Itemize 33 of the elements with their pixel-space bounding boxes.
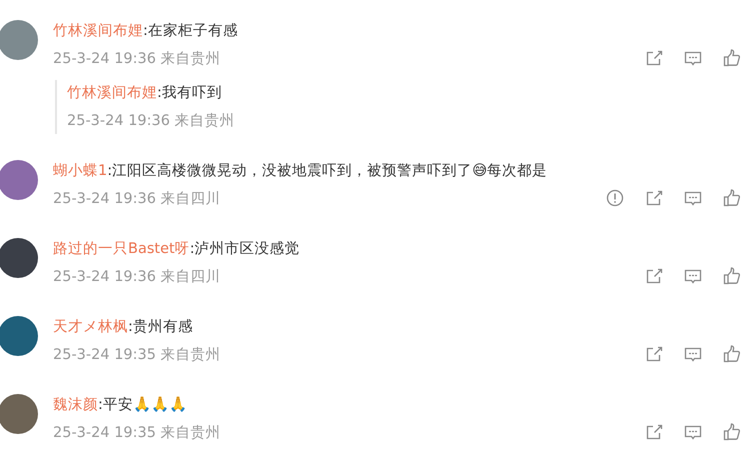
comment-text: :我有吓到 (157, 85, 222, 101)
comment-meta: 25-3-24 19:36 来自四川 (53, 190, 221, 209)
avatar-placeholder[interactable] (0, 394, 38, 434)
comment-meta: 25-3-24 19:36 来自贵州 (67, 113, 235, 129)
comment-meta: 25-3-24 19:35 来自贵州 (53, 424, 221, 443)
share-icon[interactable] (644, 266, 664, 286)
comment-text: :平安🙏🙏🙏 (98, 397, 187, 413)
user-name-link[interactable]: 竹林溪间布娌 (67, 85, 157, 101)
thumbs-up-icon[interactable] (722, 48, 742, 68)
user-name-link[interactable]: 天才メ林枫 (53, 319, 128, 335)
comment-meta: 25-3-24 19:36 来自四川 (53, 268, 221, 287)
user-name-link[interactable]: 竹林溪间布娌 (53, 23, 143, 39)
comment-meta: 25-3-24 19:35 来自贵州 (53, 346, 221, 365)
avatar-placeholder[interactable] (0, 316, 38, 356)
user-name-link[interactable]: 蝴小蝶1 (53, 163, 108, 179)
avatar-placeholder[interactable] (0, 238, 38, 278)
thumbs-up-icon[interactable] (722, 266, 742, 286)
comment-text: :在家柜子有感 (143, 23, 238, 39)
share-icon[interactable] (644, 188, 664, 208)
share-icon[interactable] (644, 48, 664, 68)
thumbs-up-icon[interactable] (722, 422, 742, 442)
comment-meta: 25-3-24 19:36 来自贵州 (53, 50, 221, 69)
share-icon[interactable] (644, 344, 664, 364)
avatar-placeholder[interactable] (0, 160, 38, 200)
user-name-link[interactable]: 路过的一只Bastet呀 (53, 241, 190, 257)
comment-text: :贵州有感 (128, 319, 193, 335)
thumbs-up-icon[interactable] (722, 344, 742, 364)
thumbs-up-icon[interactable] (722, 188, 742, 208)
comment-text: :泸州市区没感觉 (190, 241, 300, 257)
user-name-link[interactable]: 魏沫颜 (53, 397, 98, 413)
comment-text: :江阳区高楼微微晃动，没被地震吓到，被预警声吓到了😅每次都是 (107, 163, 548, 179)
share-icon[interactable] (644, 422, 664, 442)
exclamation-circle-icon[interactable] (605, 188, 625, 208)
